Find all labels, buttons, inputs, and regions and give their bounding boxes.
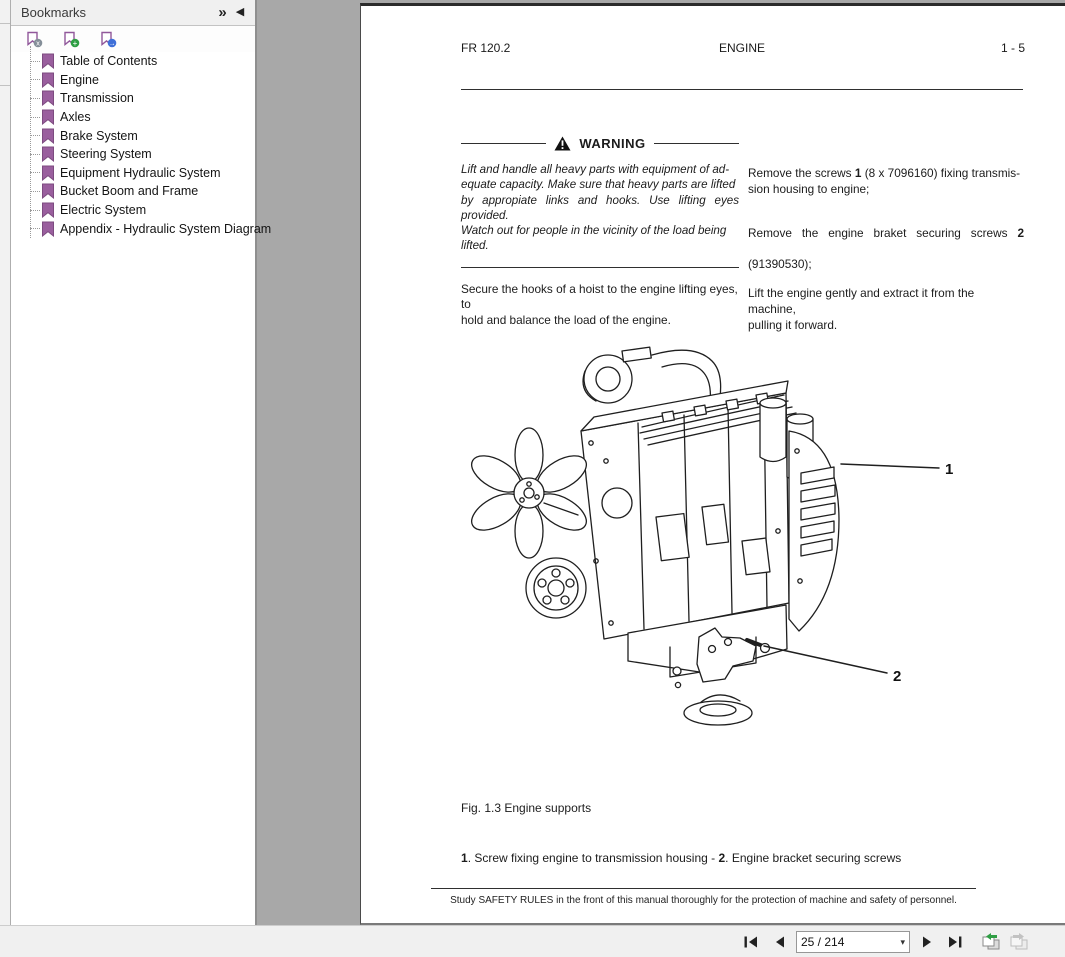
page-header-center: ENGINE <box>719 41 766 55</box>
bookmarks-title: Bookmarks <box>21 5 87 20</box>
figure-engine-block <box>580 380 790 640</box>
rail-divider-2 <box>0 85 10 86</box>
first-page-icon <box>744 936 757 948</box>
bookmark-item-appendix[interactable]: Appendix - Hydraulic System Diagram <box>27 219 271 238</box>
footer-note: Study SAFETY RULES in the front of this … <box>450 895 957 906</box>
svg-text:→: → <box>109 40 116 47</box>
bookmark-icon <box>42 128 54 144</box>
figure-turbocharger <box>582 346 652 404</box>
bookmark-icon <box>42 109 54 126</box>
svg-text:x: x <box>36 38 40 47</box>
bookmark-tree: Table of Contents Engine Transmission Ax… <box>27 46 271 238</box>
figure-caption: Fig. 1.3 Engine supports <box>461 801 592 815</box>
header-rule <box>461 89 1023 90</box>
callout-2-line <box>763 645 888 674</box>
warning-body: Lift and handle all heavy parts with equ… <box>461 163 739 253</box>
rail-divider <box>0 23 10 24</box>
bookmark-item-table-of-contents[interactable]: Table of Contents <box>27 52 251 71</box>
new-bookmark-button[interactable]: + <box>63 31 80 48</box>
instruction-p2: Remove the engine braket securing screws… <box>748 226 1024 272</box>
prev-page-icon <box>775 936 784 948</box>
bookmarks-toolbar: x + → <box>11 26 255 52</box>
window-root: { "colors": { "bookmark_purple": "#91589… <box>0 0 1065 957</box>
parts-caption: 1. Screw fixing engine to transmission h… <box>461 851 902 865</box>
secure-paragraph: Secure the hooks of a hoist to the engin… <box>461 281 738 328</box>
bookmark-icon <box>42 53 54 70</box>
warning-block: WARNING Lift and handle all heavy parts … <box>461 136 739 329</box>
bookmark-icon <box>42 202 54 219</box>
page-header-left: FR 120.2 <box>461 41 511 55</box>
next-view-button[interactable] <box>1008 931 1030 953</box>
bookmark-item-engine[interactable]: Engine <box>27 71 251 90</box>
document-page: FR 120.2 ENGINE 1 - 5 WARNING Lift and h… <box>360 3 1065 925</box>
bookmark-x-icon: x <box>27 31 43 47</box>
bookmark-item-label: Brake System <box>60 128 138 143</box>
warning-rule <box>461 266 739 268</box>
part-number-2: 2 <box>1017 226 1024 241</box>
previous-view-icon <box>982 933 1000 950</box>
callout-1-line <box>840 463 940 469</box>
goto-bookmark-button[interactable]: → <box>100 31 117 48</box>
bookmark-item-brake-system[interactable]: Brake System <box>27 126 251 145</box>
prev-page-button[interactable] <box>768 932 790 952</box>
engine-figure: 1 2 <box>471 346 953 726</box>
bookmarks-panel: Bookmarks » ◀ x + → Table of Contents En… <box>11 0 271 925</box>
instruction-p1: Remove the screws 1 (8 x 7096160) fixing… <box>748 166 1021 196</box>
bookmark-item-label: Appendix - Hydraulic System Diagram <box>60 221 272 236</box>
bookmark-item-label: Steering System <box>60 147 152 162</box>
figure-fan <box>471 427 587 559</box>
page-header-right: 1 - 5 <box>1001 41 1026 55</box>
instruction-p3: Lift the engine gently and extract it fr… <box>748 286 975 332</box>
bookmark-item-label: Transmission <box>60 91 134 106</box>
figure-flywheel-housing <box>788 430 840 632</box>
left-rail <box>0 0 11 925</box>
bookmark-item-label: Engine <box>60 72 99 87</box>
bookmark-icon <box>42 183 54 200</box>
first-page-button[interactable] <box>740 932 762 952</box>
bookmark-item-electric-system[interactable]: Electric System <box>27 201 251 220</box>
footer-rule <box>431 888 976 889</box>
bookmark-item-label: Bucket Boom and Frame <box>60 184 199 199</box>
last-page-icon <box>949 936 962 948</box>
svg-text:+: + <box>73 38 78 47</box>
callout-1-label: 1 <box>945 461 953 478</box>
nav-toolbar: ▾ <box>0 925 1065 957</box>
bookmark-item-label: Axles <box>60 110 91 125</box>
double-chevron-icon: » <box>218 4 226 21</box>
bookmark-icon <box>42 72 54 88</box>
previous-view-button[interactable] <box>980 931 1002 953</box>
collapse-triangle-icon: ◀ <box>235 6 245 18</box>
bookmark-item-label: Table of Contents <box>60 54 158 69</box>
warning-icon <box>554 136 571 151</box>
bookmark-icon <box>42 165 54 181</box>
bookmark-item-steering-system[interactable]: Steering System <box>27 145 251 164</box>
page-number-field[interactable]: ▾ <box>796 931 910 953</box>
bookmark-icon <box>42 146 54 163</box>
next-view-icon <box>1010 933 1028 950</box>
bookmark-item-equipment-hydraulic-system[interactable]: Equipment Hydraulic System <box>27 164 251 183</box>
bookmark-item-label: Equipment Hydraulic System <box>60 165 221 180</box>
combo-caret-icon[interactable]: ▾ <box>900 937 905 948</box>
bookmark-icon <box>42 90 54 107</box>
bookmark-icon <box>42 221 54 237</box>
delete-bookmark-button[interactable]: x <box>26 31 43 48</box>
figure-damper-wheel <box>525 557 587 619</box>
collapse-panel-button[interactable]: ◀ <box>231 4 249 22</box>
next-page-icon <box>922 936 931 948</box>
bookmark-item-transmission[interactable]: Transmission <box>27 89 251 108</box>
bookmark-item-bucket-boom-and-frame[interactable]: Bucket Boom and Frame <box>27 182 251 201</box>
next-page-button[interactable] <box>916 932 938 952</box>
bookmark-item-label: Electric System <box>60 203 147 218</box>
bookmark-item-axles[interactable]: Axles <box>27 108 251 127</box>
last-page-button[interactable] <box>944 932 966 952</box>
callout-2-label: 2 <box>893 668 901 685</box>
bookmarks-header: Bookmarks » ◀ <box>11 0 255 26</box>
page-number-input[interactable] <box>801 935 897 949</box>
warning-title: WARNING <box>579 136 646 151</box>
bookmark-plus-icon: + <box>64 31 80 47</box>
bookmark-arrow-icon: → <box>101 31 117 47</box>
instructions-column: Remove the screws 1 (8 x 7096160) fixing… <box>748 166 1024 333</box>
expand-options-button[interactable]: » <box>213 4 231 22</box>
